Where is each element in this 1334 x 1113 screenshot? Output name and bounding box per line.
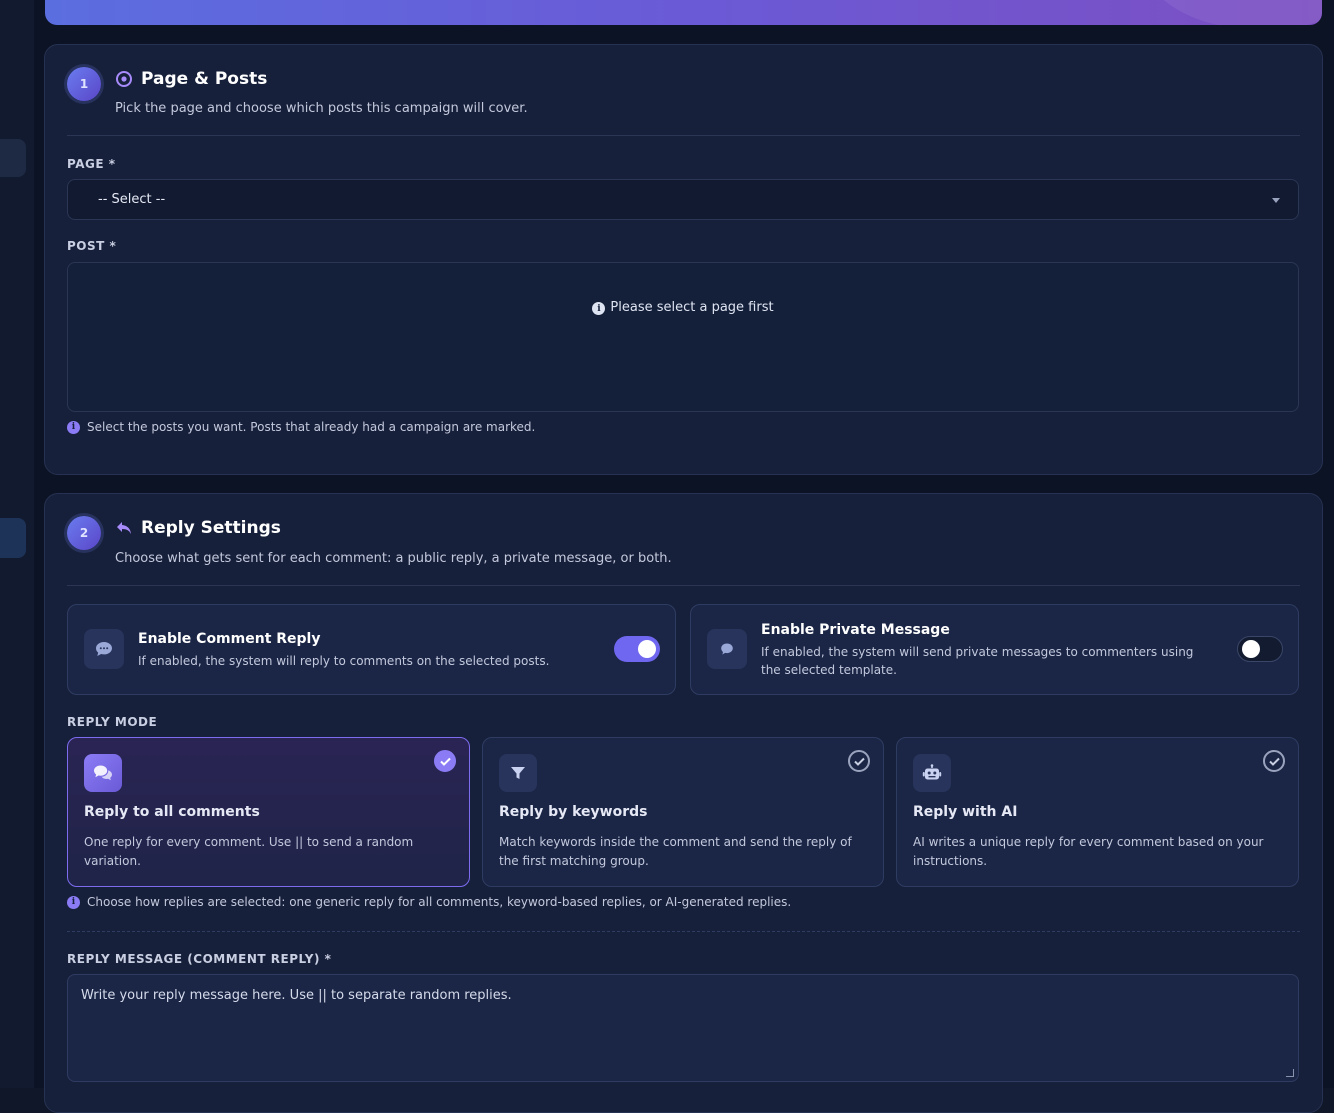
comment-reply-title: Enable Comment Reply (138, 631, 321, 647)
page-select-value: -- Select -- (98, 192, 166, 207)
hero-banner (45, 0, 1322, 25)
info-icon: i (592, 302, 606, 315)
post-hint: i Select the posts you want. Posts that … (67, 420, 535, 434)
comments-icon (84, 754, 122, 792)
mode-card-keywords[interactable]: Reply by keywords Match keywords inside … (482, 737, 884, 887)
mode-hint: i Choose how replies are selected: one g… (67, 895, 791, 909)
check-icon (434, 750, 456, 772)
mode-desc: One reply for every comment. Use || to s… (84, 835, 414, 868)
section-title-page-posts: Page & Posts (115, 69, 267, 89)
post-label: POST * (67, 239, 117, 253)
sidebar-item-active[interactable] (0, 518, 26, 558)
message-icon (707, 629, 747, 669)
caret-down-icon (1272, 198, 1280, 203)
private-message-toggle-card: Enable Private Message If enabled, the s… (690, 604, 1299, 695)
section-subtitle: Choose what gets sent for each comment: … (115, 551, 672, 566)
mode-card-reply-all[interactable]: Reply to all comments One reply for ever… (67, 737, 470, 887)
mode-desc: Match keywords inside the comment and se… (499, 835, 852, 868)
mode-hint-text: Choose how replies are selected: one gen… (87, 895, 792, 909)
resize-handle-icon[interactable] (1286, 1069, 1294, 1077)
divider (67, 135, 1300, 136)
mode-desc: AI writes a unique reply for every comme… (913, 835, 1264, 868)
section-title-reply-settings: Reply Settings (115, 518, 281, 538)
comment-reply-switch[interactable] (614, 636, 660, 662)
robot-icon (913, 754, 951, 792)
mode-title: Reply with AI (913, 804, 1018, 820)
post-placeholder-message: i Please select a page first (592, 300, 774, 318)
section-subtitle: Pick the page and choose which posts thi… (115, 101, 528, 116)
mode-title: Reply to all comments (84, 804, 260, 820)
section-title-text: Reply Settings (141, 518, 281, 538)
private-message-title: Enable Private Message (761, 622, 950, 638)
check-icon (848, 750, 870, 772)
section-title-text: Page & Posts (141, 69, 268, 89)
reply-message-placeholder: Write your reply message here. Use || to… (81, 988, 512, 1003)
post-hint-text: Select the posts you want. Posts that al… (87, 420, 536, 434)
target-icon (116, 71, 132, 87)
reply-message-textarea[interactable]: Write your reply message here. Use || to… (67, 974, 1299, 1082)
info-icon: i (67, 895, 80, 909)
page-posts-card: 1 Page & Posts Pick the page and choose … (44, 44, 1323, 475)
reply-settings-card: 2 Reply Settings Choose what gets sent f… (44, 493, 1323, 1113)
filter-icon (499, 754, 537, 792)
comment-icon (84, 629, 124, 669)
post-selector[interactable]: i Please select a page first (67, 262, 1299, 412)
step-badge-2: 2 (67, 516, 101, 550)
private-message-switch[interactable] (1237, 636, 1283, 662)
step-badge-1: 1 (67, 67, 101, 101)
page-label: PAGE * (67, 157, 116, 171)
dashed-divider (67, 931, 1300, 932)
switch-knob (1242, 640, 1260, 658)
mode-title: Reply by keywords (499, 804, 648, 820)
mode-card-ai[interactable]: Reply with AI AI writes a unique reply f… (896, 737, 1299, 887)
sidebar-item[interactable] (0, 139, 26, 177)
divider (67, 585, 1300, 586)
check-icon (1263, 750, 1285, 772)
reply-message-label: REPLY MESSAGE (COMMENT REPLY) * (67, 952, 332, 966)
reply-arrow-icon (117, 522, 131, 534)
comment-reply-toggle-card: Enable Comment Reply If enabled, the sys… (67, 604, 676, 695)
comment-reply-desc: If enabled, the system will reply to com… (138, 654, 550, 668)
private-message-desc: If enabled, the system will send private… (761, 645, 1194, 677)
page-select[interactable]: -- Select -- (67, 179, 1299, 220)
info-icon: i (67, 420, 80, 434)
switch-knob (638, 640, 656, 658)
sidebar (0, 0, 34, 1088)
post-placeholder-text: Please select a page first (610, 300, 774, 315)
reply-mode-label: REPLY MODE (67, 715, 158, 729)
